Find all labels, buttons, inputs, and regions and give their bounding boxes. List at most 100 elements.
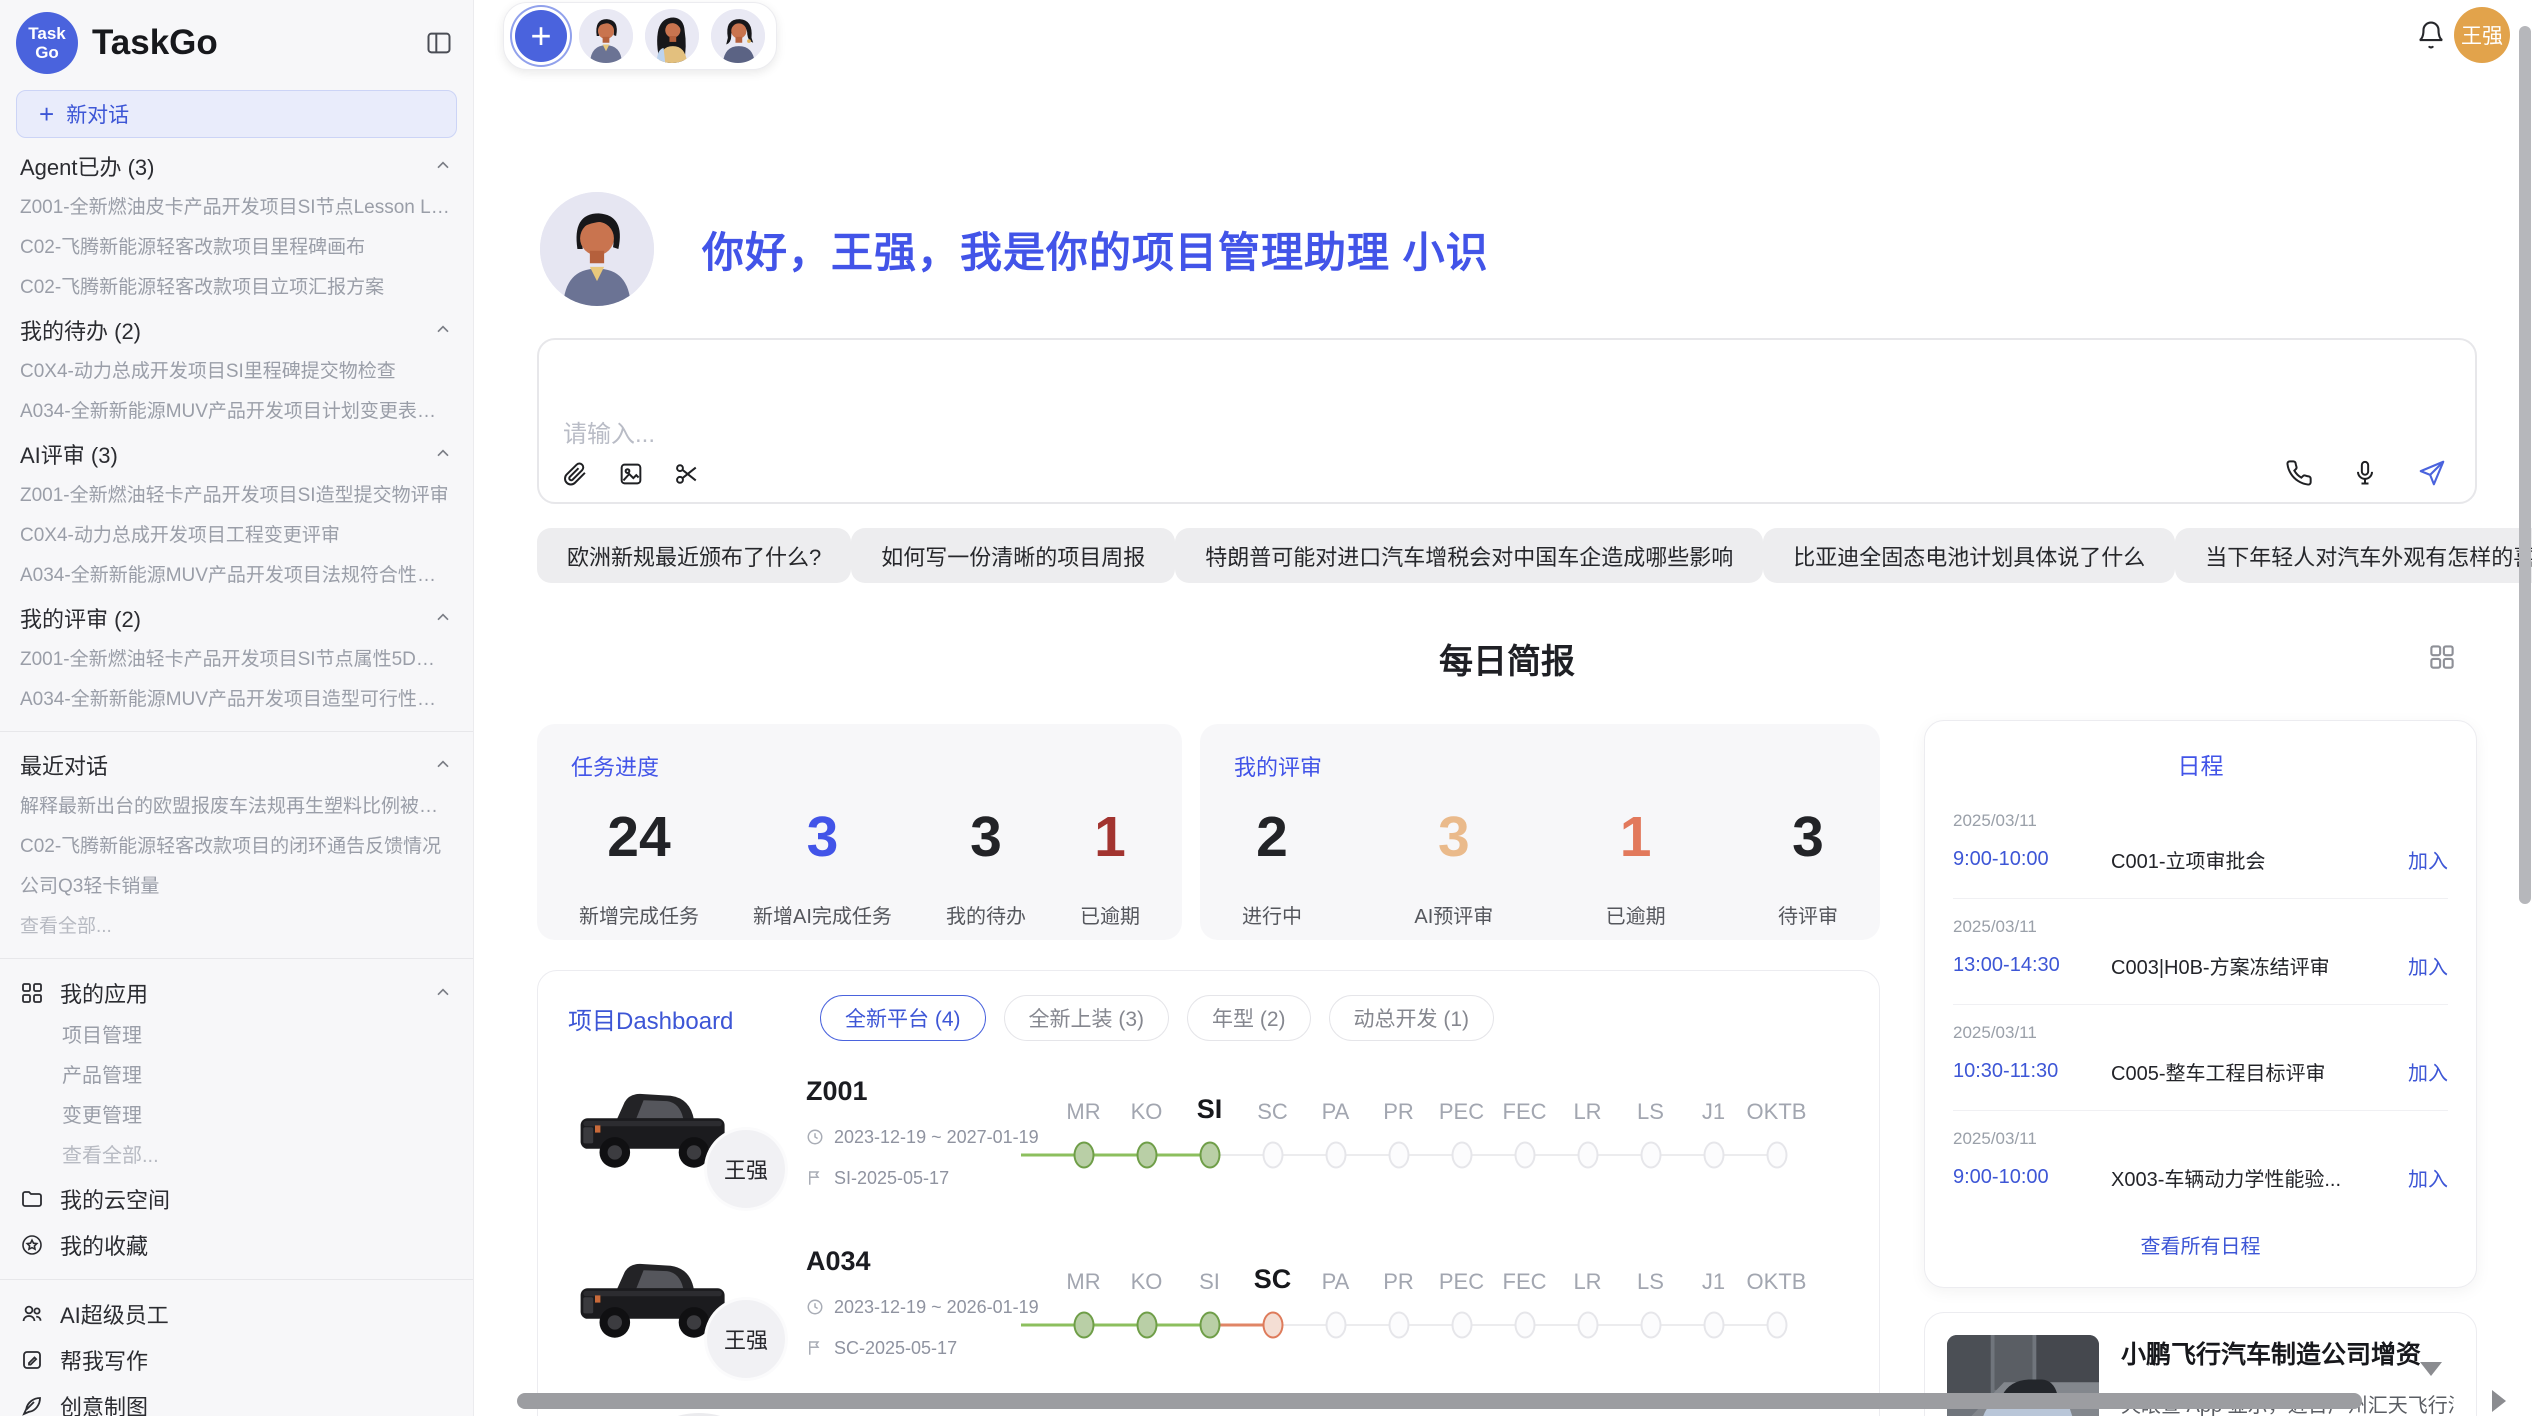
- milestone: PR: [1367, 1089, 1430, 1175]
- sidebar-recent-chat-item[interactable]: C02-飞腾新能源轻客改款项目的闭环通告反馈情况: [0, 827, 473, 867]
- section-ai-review[interactable]: AI评审 (3): [0, 432, 473, 476]
- sidebar-task-item[interactable]: C0X4-动力总成开发项目SI里程碑提交物检查: [0, 352, 473, 392]
- milestone-label: LS: [1637, 1089, 1664, 1125]
- sidebar-item-creative-drawing[interactable]: 创意制图: [0, 1383, 473, 1416]
- add-session-button[interactable]: +: [515, 10, 567, 62]
- sidebar-app-item[interactable]: 项目管理: [0, 1016, 473, 1056]
- session-avatar-2[interactable]: [645, 9, 699, 63]
- section-agent-done[interactable]: Agent已办 (3): [0, 144, 473, 188]
- user-avatar[interactable]: 王强: [2454, 7, 2510, 63]
- project-row[interactable]: 王强 A034 2023-12-19 ~ 2026-01-19 SC-2025-…: [568, 1241, 1849, 1363]
- milestone: PR: [1367, 1259, 1430, 1345]
- layout-grid-icon[interactable]: [2427, 642, 2457, 672]
- app-title: TaskGo: [92, 23, 421, 63]
- sidebar-task-item[interactable]: Z001-全新燃油轻卡产品开发项目SI造型提交物评审: [0, 476, 473, 516]
- sidebar-app-item[interactable]: 变更管理: [0, 1096, 473, 1136]
- milestone-dot: [1451, 1142, 1472, 1169]
- milestone-label: MR: [1066, 1089, 1100, 1125]
- scissors-icon[interactable]: [673, 460, 701, 488]
- dashboard-filter-tab[interactable]: 动总开发 (1): [1329, 995, 1495, 1041]
- project-dashboard-card: 项目Dashboard 全新平台 (4)全新上装 (3)年型 (2)动总开发 (…: [537, 970, 1880, 1416]
- suggestion-chip[interactable]: 比亚迪全固态电池计划具体说了什么: [1763, 528, 2175, 583]
- stat-item: 2 进行中: [1242, 804, 1302, 929]
- session-avatar-1[interactable]: [579, 9, 633, 63]
- sidebar-task-item[interactable]: C0X4-动力总成开发项目工程变更评审: [0, 516, 473, 556]
- section-recent-chats[interactable]: 最近对话: [0, 743, 473, 787]
- flag-icon: [806, 1169, 824, 1187]
- sidebar-item-help-me-write[interactable]: 帮我写作: [0, 1337, 473, 1383]
- stat-item: 3 AI预评审: [1414, 804, 1493, 929]
- send-icon[interactable]: [2417, 458, 2447, 488]
- sidebar-task-item[interactable]: A034-全新新能源MUV产品开发项目造型可行性评审: [0, 680, 473, 720]
- event-join-link[interactable]: 加入: [2408, 951, 2448, 980]
- dashboard-filter-tab[interactable]: 全新平台 (4): [820, 995, 986, 1041]
- sidebar-task-item[interactable]: Z001-全新燃油轻卡产品开发项目SI节点属性5D文件评审: [0, 640, 473, 680]
- session-switcher: +: [503, 2, 777, 70]
- recent-view-all-link[interactable]: 查看全部...: [0, 907, 473, 947]
- event-join-link[interactable]: 加入: [2408, 845, 2448, 874]
- suggestion-chip[interactable]: 如何写一份清晰的项目周报: [851, 528, 1175, 583]
- phone-call-icon[interactable]: [2285, 459, 2313, 487]
- greeting-text: 你好，王强，我是你的项目管理助理 小识: [702, 219, 1489, 280]
- scroll-right-arrow-icon[interactable]: [2492, 1390, 2506, 1412]
- star-circle-icon: [20, 1233, 44, 1257]
- event-join-link[interactable]: 加入: [2408, 1057, 2448, 1086]
- daily-briefing-title: 每日简报: [1439, 634, 1575, 683]
- attachment-icon[interactable]: [561, 460, 589, 488]
- new-chat-label: 新对话: [66, 99, 129, 129]
- suggestion-chip[interactable]: 当下年轻人对汽车外观有怎样的喜好趋势: [2175, 528, 2532, 583]
- section-my-todo[interactable]: 我的待办 (2): [0, 308, 473, 352]
- sidebar-item-cloud-space[interactable]: 我的云空间: [0, 1176, 473, 1222]
- milestone: OKTB: [1745, 1089, 1808, 1175]
- stat-value: 1: [1094, 804, 1126, 870]
- new-chat-button[interactable]: + 新对话: [16, 90, 457, 138]
- horizontal-scrollbar[interactable]: [517, 1393, 2362, 1409]
- dashboard-filter-tab[interactable]: 年型 (2): [1187, 995, 1311, 1041]
- milestone: SC: [1241, 1089, 1304, 1175]
- suggestion-chip[interactable]: 特朗普可能对进口汽车增税会对中国车企造成哪些影响: [1175, 528, 1763, 583]
- divider: [0, 731, 473, 732]
- sidebar-task-item[interactable]: Z001-全新燃油皮卡产品开发项目SI节点Lesson Learn报告: [0, 188, 473, 228]
- sidebar-collapse-icon[interactable]: [421, 25, 457, 61]
- event-title: X003-车辆动力学性能验...: [2111, 1163, 2396, 1192]
- event-date: 2025/03/11: [1953, 1023, 2448, 1043]
- project-name: Z001: [806, 1076, 1052, 1107]
- sidebar-task-item[interactable]: C02-飞腾新能源轻客改款项目立项汇报方案: [0, 268, 473, 308]
- suggestion-chip[interactable]: 欧洲新规最近颁布了什么?: [537, 528, 851, 583]
- notifications-bell-icon[interactable]: [2416, 20, 2446, 50]
- event-date: 2025/03/11: [1953, 1129, 2448, 1149]
- section-my-review[interactable]: 我的评审 (2): [0, 596, 473, 640]
- apps-view-all-link[interactable]: 查看全部...: [0, 1136, 473, 1176]
- stat-label: 我的待办: [946, 900, 1026, 929]
- milestone: KO: [1115, 1089, 1178, 1175]
- event-join-link[interactable]: 加入: [2408, 1163, 2448, 1192]
- sidebar-task-item[interactable]: A034-全新新能源MUV产品开发项目计划变更表编写: [0, 392, 473, 432]
- session-avatar-3[interactable]: [711, 9, 765, 63]
- project-row[interactable]: 王强 Z001 2023-12-19 ~ 2027-01-19 SI-2025-…: [568, 1071, 1849, 1193]
- microphone-icon[interactable]: [2351, 459, 2379, 487]
- project-name: A034: [806, 1246, 1052, 1277]
- dashboard-filter-tab[interactable]: 全新上装 (3): [1004, 995, 1170, 1041]
- app-logo: Task Go: [16, 12, 78, 74]
- vertical-scrollbar[interactable]: [2519, 26, 2531, 904]
- message-input[interactable]: 请输入...: [537, 338, 2477, 504]
- my-reviews-card: 我的评审 2 进行中 3 AI预评审 1 已逾期 3 待评审: [1200, 724, 1880, 940]
- stat-label: 已逾期: [1080, 900, 1140, 929]
- feather-icon: [20, 1394, 44, 1416]
- sidebar-task-item[interactable]: A034-全新新能源MUV产品开发项目法规符合性评审: [0, 556, 473, 596]
- sidebar-item-favorites[interactable]: 我的收藏: [0, 1222, 473, 1268]
- sidebar-recent-chat-item[interactable]: 解释最新出台的欧盟报废车法规再生塑料比例被调至15%...: [0, 787, 473, 827]
- project-owner-badge: 王强: [704, 1297, 788, 1381]
- sidebar-task-item[interactable]: C02-飞腾新能源轻客改款项目里程碑画布: [0, 228, 473, 268]
- image-icon[interactable]: [617, 460, 645, 488]
- sidebar-item-ai-super-staff[interactable]: AI超级员工: [0, 1291, 473, 1337]
- sidebar-item-my-apps[interactable]: 我的应用: [0, 970, 473, 1016]
- milestone-dot: [1514, 1312, 1535, 1339]
- scroll-down-arrow-icon[interactable]: [2420, 1362, 2442, 1376]
- view-all-schedule-link[interactable]: 查看所有日程: [1953, 1230, 2448, 1259]
- sidebar-recent-chat-item[interactable]: 公司Q3轻卡销量: [0, 867, 473, 907]
- news-title: 小鹏飞行汽车制造公司增资: [2121, 1335, 2454, 1371]
- sidebar-app-item[interactable]: 产品管理: [0, 1056, 473, 1096]
- milestone-dot: [1073, 1142, 1094, 1169]
- chevron-up-icon: [433, 444, 453, 464]
